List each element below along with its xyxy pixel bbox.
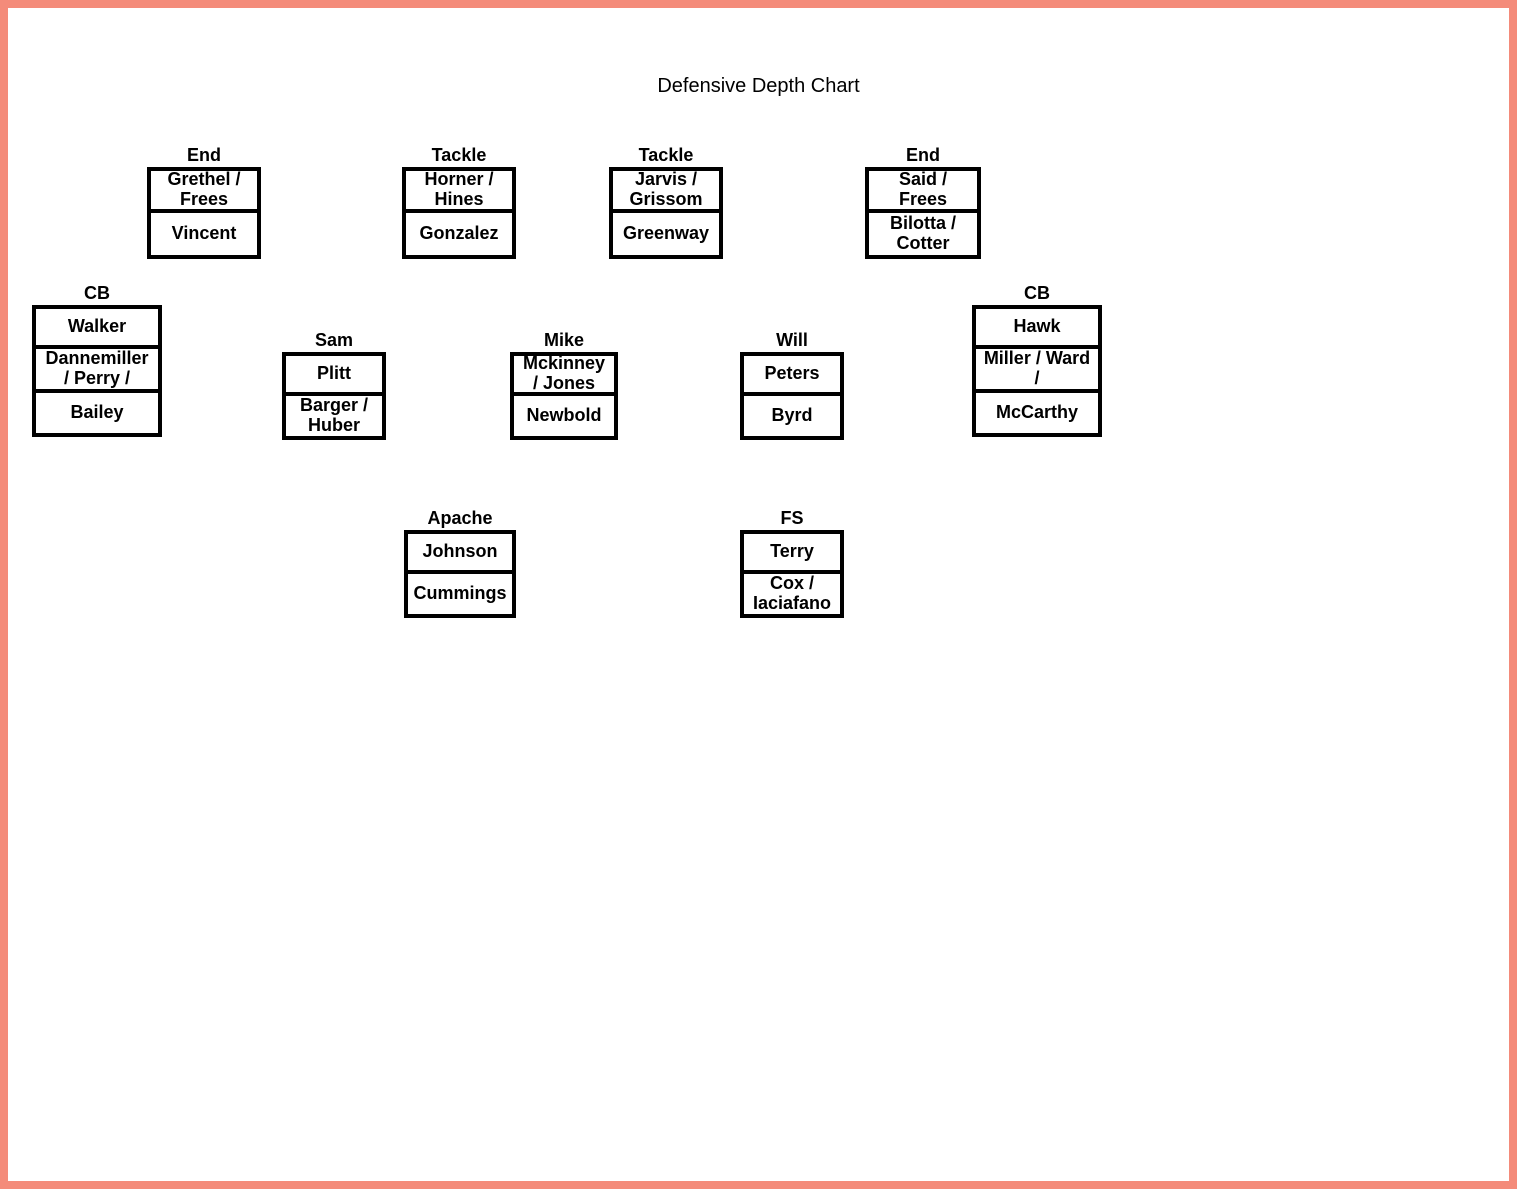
starter-cell: Horner / Hines [402,167,516,213]
starter-cell: Peters [740,352,844,396]
starter-cell: Hawk [972,305,1102,349]
position-label: Sam [282,330,386,350]
position-label: CB [972,283,1102,303]
starter-cell: Walker [32,305,162,349]
position-end-left: End Grethel / Frees Vincent [147,145,261,259]
position-end-right: End Said / Frees Bilotta / Cotter [865,145,981,259]
backup-cell: Miller / Ward / [972,349,1102,393]
starter-cell: Mckinney / Jones [510,352,618,396]
position-tackle-left: Tackle Horner / Hines Gonzalez [402,145,516,259]
backup-cell: Newbold [510,396,618,440]
position-sam: Sam Plitt Barger / Huber [282,330,386,440]
chart-title: Defensive Depth Chart [22,75,1495,98]
third-cell: McCarthy [972,393,1102,437]
starter-cell: Plitt [282,352,386,396]
depth-chart-sheet: Defensive Depth Chart End Grethel / Free… [22,22,1495,1167]
starter-cell: Jarvis / Grissom [609,167,723,213]
position-cb-right: CB Hawk Miller / Ward / McCarthy [972,283,1102,437]
backup-cell: Greenway [609,213,723,259]
position-tackle-right: Tackle Jarvis / Grissom Greenway [609,145,723,259]
position-label: Tackle [402,145,516,165]
position-label: CB [32,283,162,303]
backup-cell: Cummings [404,574,516,618]
position-label: Will [740,330,844,350]
position-apache: Apache Johnson Cummings [404,508,516,618]
position-fs: FS Terry Cox / Iaciafano [740,508,844,618]
backup-cell: Gonzalez [402,213,516,259]
position-cb-left: CB Walker Dannemiller / Perry / Bailey [32,283,162,437]
position-will: Will Peters Byrd [740,330,844,440]
position-label: Mike [510,330,618,350]
backup-cell: Bilotta / Cotter [865,213,981,259]
backup-cell: Vincent [147,213,261,259]
position-label: End [147,145,261,165]
position-label: Apache [404,508,516,528]
backup-cell: Byrd [740,396,844,440]
position-mike: Mike Mckinney / Jones Newbold [510,330,618,440]
position-label: FS [740,508,844,528]
backup-cell: Barger / Huber [282,396,386,440]
starter-cell: Grethel / Frees [147,167,261,213]
starter-cell: Terry [740,530,844,574]
starter-cell: Johnson [404,530,516,574]
position-label: Tackle [609,145,723,165]
backup-cell: Cox / Iaciafano [740,574,844,618]
position-label: End [865,145,981,165]
starter-cell: Said / Frees [865,167,981,213]
third-cell: Bailey [32,393,162,437]
page-border: Defensive Depth Chart End Grethel / Free… [0,0,1517,1189]
backup-cell: Dannemiller / Perry / [32,349,162,393]
